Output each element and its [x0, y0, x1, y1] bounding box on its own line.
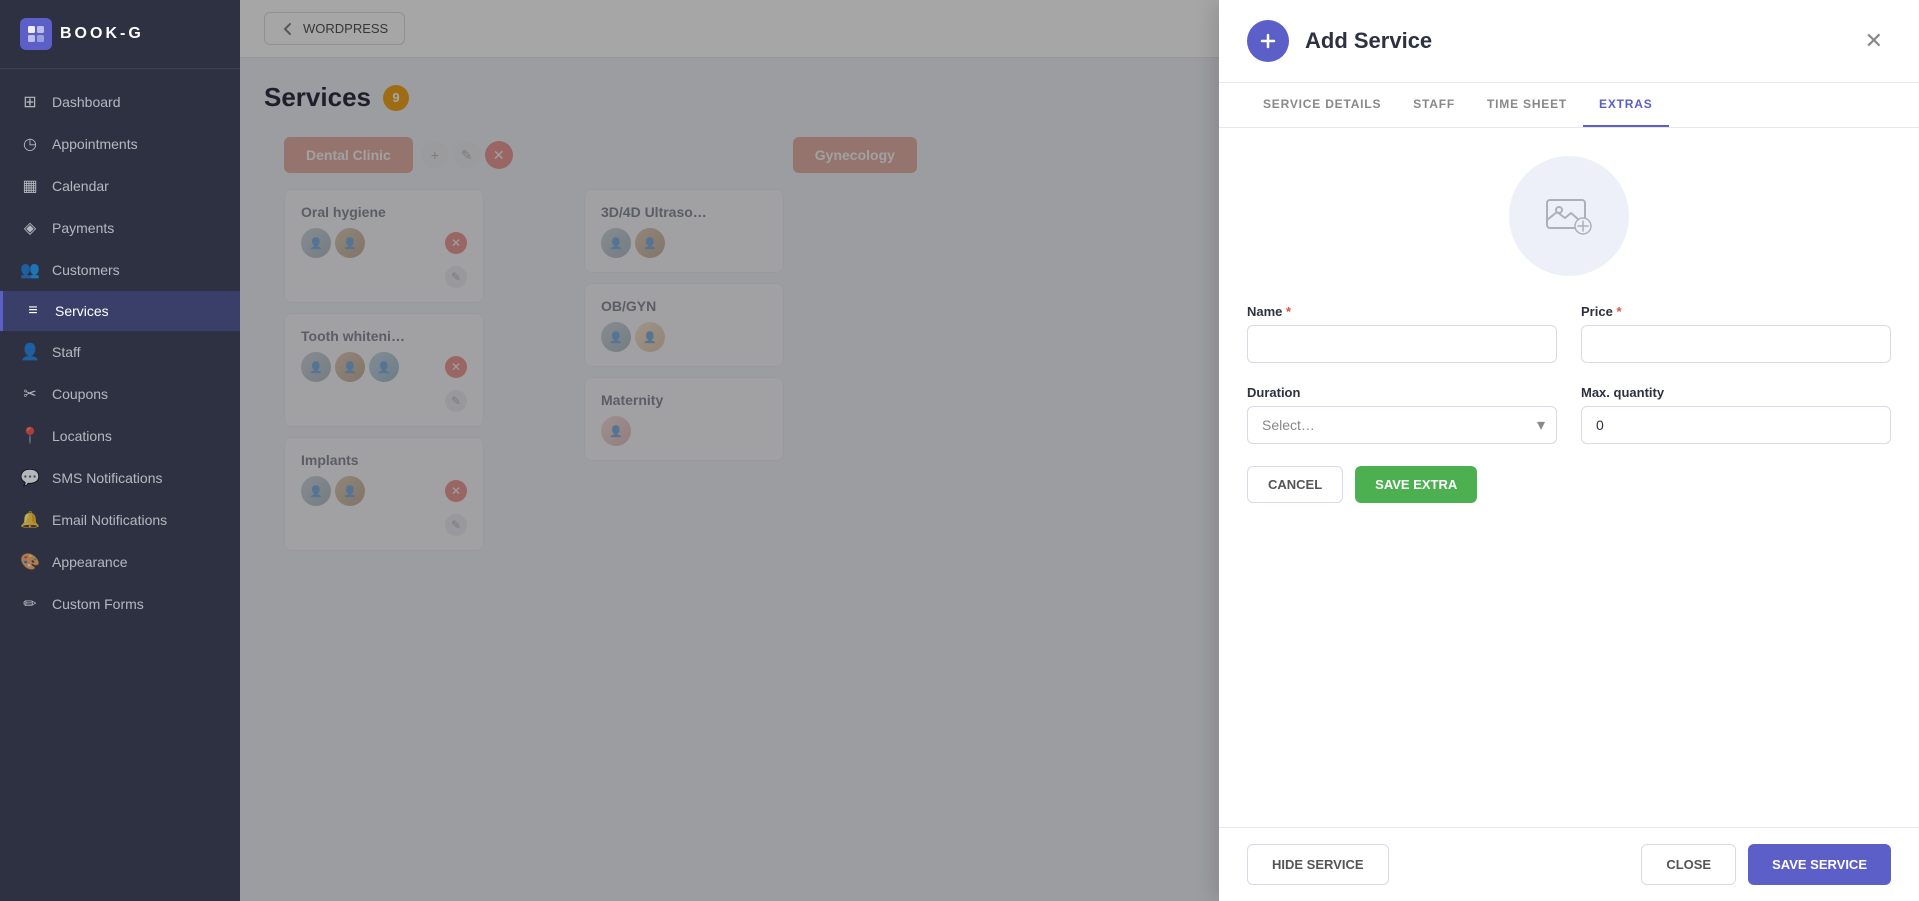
- logo-text: BOOK-G: [60, 25, 144, 43]
- modal-tabs: SERVICE DETAILS STAFF TIME SHEET EXTRAS: [1219, 83, 1919, 128]
- max-quantity-input[interactable]: [1581, 406, 1891, 444]
- modal-icon: [1247, 20, 1289, 62]
- payments-icon: ◈: [20, 218, 40, 238]
- sms-icon: 💬: [20, 468, 40, 488]
- duration-select[interactable]: Select… 15 min 30 min 45 min 1 hour 1.5 …: [1247, 406, 1557, 444]
- plus-icon: [1259, 32, 1277, 50]
- sidebar-item-payments[interactable]: ◈ Payments: [0, 207, 240, 249]
- sidebar-logo: BOOK-G: [0, 0, 240, 69]
- sidebar-item-appearance[interactable]: 🎨 Appearance: [0, 541, 240, 583]
- sidebar-item-label: Appearance: [52, 554, 128, 570]
- duration-maxqty-row: Duration Select… 15 min 30 min 45 min 1 …: [1247, 385, 1891, 444]
- sidebar-item-label: Payments: [52, 220, 114, 236]
- sidebar-item-customers[interactable]: 👥 Customers: [0, 249, 240, 291]
- sidebar-item-label: Staff: [52, 344, 81, 360]
- form-actions: CANCEL SAVE EXTRA: [1247, 466, 1891, 503]
- upload-image-icon: [1541, 188, 1597, 244]
- sidebar-item-label: Custom Forms: [52, 596, 144, 612]
- tab-time-sheet[interactable]: TIME SHEET: [1471, 83, 1583, 127]
- sidebar-item-label: SMS Notifications: [52, 470, 162, 486]
- appointments-icon: ◷: [20, 134, 40, 154]
- modal-footer: HIDE SERVICE CLOSE SAVE SERVICE: [1219, 827, 1919, 901]
- close-button[interactable]: CLOSE: [1641, 844, 1736, 885]
- name-price-row: Name * Price *: [1247, 304, 1891, 363]
- customers-icon: 👥: [20, 260, 40, 280]
- services-icon: ≡: [23, 302, 43, 320]
- sidebar-item-label: Customers: [52, 262, 120, 278]
- duration-label: Duration: [1247, 385, 1557, 400]
- tab-service-details[interactable]: SERVICE DETAILS: [1247, 83, 1397, 127]
- price-label: Price *: [1581, 304, 1891, 319]
- logo-icon: [20, 18, 52, 50]
- price-field-group: Price *: [1581, 304, 1891, 363]
- sidebar-item-label: Coupons: [52, 386, 108, 402]
- sidebar-item-sms[interactable]: 💬 SMS Notifications: [0, 457, 240, 499]
- sidebar-item-label: Calendar: [52, 178, 109, 194]
- modal-body: Name * Price * Duration Select…: [1219, 128, 1919, 827]
- save-extra-button[interactable]: SAVE EXTRA: [1355, 466, 1477, 503]
- sidebar-item-label: Email Notifications: [52, 512, 167, 528]
- sidebar-item-label: Appointments: [52, 136, 138, 152]
- appearance-icon: 🎨: [20, 552, 40, 572]
- sidebar-item-staff[interactable]: 👤 Staff: [0, 331, 240, 373]
- sidebar-item-label: Locations: [52, 428, 112, 444]
- dashboard-icon: ⊞: [20, 92, 40, 112]
- price-required: *: [1616, 304, 1621, 319]
- hide-service-button[interactable]: HIDE SERVICE: [1247, 844, 1389, 885]
- image-upload-area: [1247, 156, 1891, 276]
- sidebar-item-label: Services: [55, 303, 109, 319]
- sidebar-nav: ⊞ Dashboard ◷ Appointments ▦ Calendar ◈ …: [0, 69, 240, 901]
- price-input[interactable]: [1581, 325, 1891, 363]
- duration-select-wrapper: Select… 15 min 30 min 45 min 1 hour 1.5 …: [1247, 406, 1557, 444]
- name-field-group: Name *: [1247, 304, 1557, 363]
- tab-extras[interactable]: EXTRAS: [1583, 83, 1668, 127]
- sidebar-item-coupons[interactable]: ✂ Coupons: [0, 373, 240, 415]
- sidebar: BOOK-G ⊞ Dashboard ◷ Appointments ▦ Cale…: [0, 0, 240, 901]
- image-upload-button[interactable]: [1509, 156, 1629, 276]
- max-quantity-label: Max. quantity: [1581, 385, 1891, 400]
- footer-right-actions: CLOSE SAVE SERVICE: [1641, 844, 1891, 885]
- modal-header: Add Service ✕: [1219, 0, 1919, 83]
- sidebar-item-calendar[interactable]: ▦ Calendar: [0, 165, 240, 207]
- sidebar-item-locations[interactable]: 📍 Locations: [0, 415, 240, 457]
- calendar-icon: ▦: [20, 176, 40, 196]
- name-label: Name *: [1247, 304, 1557, 319]
- tab-staff[interactable]: STAFF: [1397, 83, 1471, 127]
- staff-icon: 👤: [20, 342, 40, 362]
- coupons-icon: ✂: [20, 384, 40, 404]
- sidebar-item-custom-forms[interactable]: ✏ Custom Forms: [0, 583, 240, 625]
- sidebar-item-appointments[interactable]: ◷ Appointments: [0, 123, 240, 165]
- sidebar-item-label: Dashboard: [52, 94, 121, 110]
- sidebar-item-email[interactable]: 🔔 Email Notifications: [0, 499, 240, 541]
- name-input[interactable]: [1247, 325, 1557, 363]
- cancel-button[interactable]: CANCEL: [1247, 466, 1343, 503]
- locations-icon: 📍: [20, 426, 40, 446]
- sidebar-item-dashboard[interactable]: ⊞ Dashboard: [0, 81, 240, 123]
- custom-forms-icon: ✏: [20, 594, 40, 614]
- sidebar-item-services[interactable]: ≡ Services: [0, 291, 240, 331]
- add-service-modal: Add Service ✕ SERVICE DETAILS STAFF TIME…: [1219, 0, 1919, 901]
- max-quantity-field-group: Max. quantity: [1581, 385, 1891, 444]
- save-service-button[interactable]: SAVE SERVICE: [1748, 844, 1891, 885]
- modal-title: Add Service: [1305, 28, 1841, 54]
- duration-field-group: Duration Select… 15 min 30 min 45 min 1 …: [1247, 385, 1557, 444]
- name-required: *: [1286, 304, 1291, 319]
- email-icon: 🔔: [20, 510, 40, 530]
- modal-close-button[interactable]: ✕: [1857, 24, 1891, 58]
